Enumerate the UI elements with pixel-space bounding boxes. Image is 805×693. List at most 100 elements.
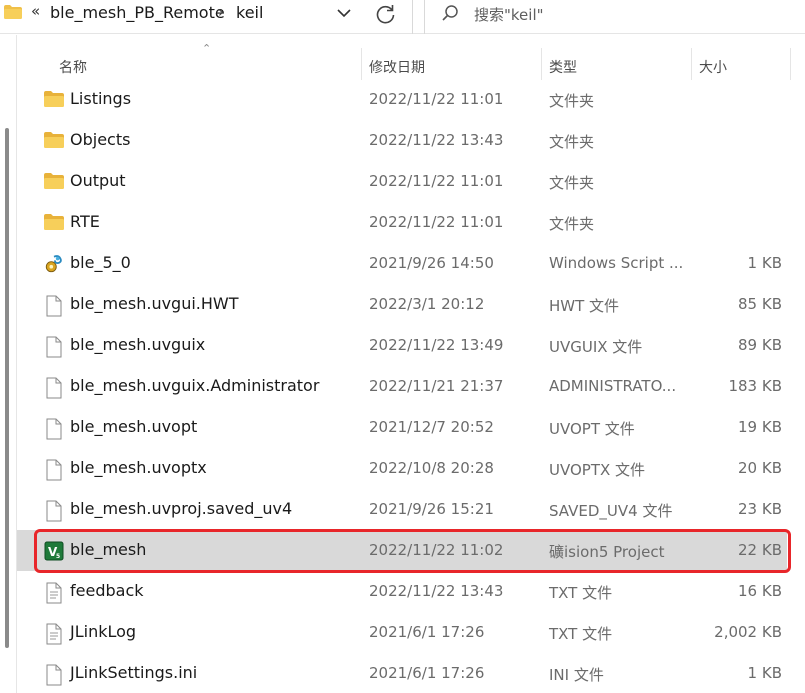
file-icon (44, 295, 64, 317)
file-row[interactable]: Output 2022/11/22 11:01 文件夹 (17, 161, 787, 202)
file-size: 183 KB (728, 377, 782, 395)
file-modified: 2021/6/1 17:26 (369, 623, 485, 641)
chevron-down-icon[interactable] (335, 4, 353, 22)
file-row[interactable]: Objects 2022/11/22 13:43 文件夹 (17, 120, 787, 161)
file-row[interactable]: Listings 2022/11/22 11:01 文件夹 (17, 79, 787, 120)
sort-ascending-icon: ⌃ (202, 42, 212, 55)
refresh-icon[interactable] (374, 2, 398, 26)
folder-icon (4, 5, 22, 19)
scrollbar[interactable] (5, 128, 9, 648)
search-icon (442, 5, 458, 21)
column-divider[interactable] (361, 48, 362, 80)
folder-icon (44, 213, 64, 233)
breadcrumb-separator[interactable]: › (218, 3, 224, 21)
column-type[interactable]: 类型 (549, 48, 577, 80)
file-modified: 2021/6/1 17:26 (369, 664, 485, 682)
file-size: 2,002 KB (714, 623, 782, 641)
file-type: 文件夹 (549, 174, 595, 192)
file-name: feedback (70, 581, 144, 600)
column-divider[interactable] (790, 48, 791, 80)
file-row[interactable]: JLinkLog 2021/6/1 17:26 TXT 文件 2,002 KB (17, 612, 787, 653)
file-modified: 2022/10/8 20:28 (369, 459, 494, 477)
column-size[interactable]: 大小 (699, 48, 727, 80)
keil-project-icon: V5 (44, 541, 64, 561)
file-type: 文件夹 (549, 215, 595, 233)
file-icon (44, 418, 64, 440)
file-modified: 2022/11/22 11:02 (369, 541, 504, 559)
file-type: TXT 文件 (549, 584, 613, 602)
file-row[interactable]: ble_mesh.uvguix.Administrator 2022/11/21 … (17, 366, 787, 407)
file-modified: 2022/11/22 11:01 (369, 213, 504, 231)
file-row[interactable]: JLinkSettings.ini 2021/6/1 17:26 INI 文件 1 K… (17, 653, 787, 693)
file-name: ble_5_0 (70, 253, 131, 272)
file-name: ble_mesh.uvguix.Administrator (70, 376, 320, 395)
svg-text:5: 5 (56, 553, 60, 560)
file-modified: 2022/11/22 13:49 (369, 336, 504, 354)
file-row[interactable]: RTE 2022/11/22 11:01 文件夹 (17, 202, 787, 243)
script-gear-icon (44, 254, 64, 274)
file-type: 文件夹 (549, 133, 595, 151)
column-header: ⌃ 名称 修改日期 类型 大小 (17, 42, 805, 80)
breadcrumb-parent[interactable]: ble_mesh_PB_Remote (50, 3, 225, 22)
file-type: 礦ision5 Project (549, 543, 665, 561)
file-size: 1 KB (747, 254, 782, 272)
file-type: TXT 文件 (549, 625, 613, 643)
breadcrumb-current[interactable]: keil (236, 3, 263, 22)
column-divider[interactable] (541, 48, 542, 80)
file-name: ble_mesh.uvproj.saved_uv4 (70, 499, 293, 518)
file-modified: 2021/9/26 15:21 (369, 500, 494, 518)
file-size: 85 KB (738, 295, 782, 313)
folder-icon (44, 90, 64, 110)
folder-icon (44, 172, 64, 192)
file-name: ble_mesh.uvguix (70, 335, 206, 354)
file-row[interactable]: ble_mesh.uvoptx 2022/10/8 20:28 UVOPTX 文件 2… (17, 448, 787, 489)
file-modified: 2021/12/7 20:52 (369, 418, 494, 436)
search-input[interactable]: 搜索"keil" (424, 0, 805, 34)
file-size: 89 KB (738, 336, 782, 354)
file-row[interactable]: ble_mesh.uvopt 2021/12/7 20:52 UVOPT 文件 19 … (17, 407, 787, 448)
file-name: Listings (70, 89, 132, 108)
file-name: ble_mesh.uvoptx (70, 458, 207, 477)
file-modified: 2022/11/22 13:43 (369, 582, 504, 600)
file-type: Windows Script ... (549, 254, 684, 272)
text-file-icon (44, 582, 64, 604)
file-name: ble_mesh.uvopt (70, 417, 198, 436)
file-name: Output (70, 171, 126, 190)
file-modified: 2022/11/22 11:01 (369, 172, 504, 190)
file-name: ble_mesh (70, 540, 147, 559)
file-name: ble_mesh.uvgui.HWT (70, 294, 239, 313)
address-bar: « ble_mesh_PB_Remote › keil 搜索"keil" (0, 0, 805, 34)
file-size: 1 KB (747, 664, 782, 682)
file-row[interactable]: ble_5_0 2021/9/26 14:50 Windows Script ...… (17, 243, 787, 284)
file-icon (44, 500, 64, 522)
file-icon (44, 664, 64, 686)
column-divider[interactable] (691, 48, 692, 80)
file-type: UVOPTX 文件 (549, 461, 646, 479)
file-row[interactable]: ble_mesh.uvguix 2022/11/22 13:49 UVGUIX 文件… (17, 325, 787, 366)
file-icon (44, 377, 64, 399)
file-modified: 2022/11/22 13:43 (369, 131, 504, 149)
path-box[interactable]: « ble_mesh_PB_Remote › keil (0, 0, 413, 34)
file-row[interactable]: ble_mesh.uvproj.saved_uv4 2021/9/26 15:21… (17, 489, 787, 530)
file-type: 文件夹 (549, 92, 595, 110)
file-modified: 2022/11/21 21:37 (369, 377, 504, 395)
file-icon (44, 336, 64, 358)
column-name[interactable]: 名称 (59, 48, 87, 80)
file-name: RTE (70, 212, 100, 231)
file-type: UVOPT 文件 (549, 420, 635, 438)
file-name: JLinkSettings.ini (70, 663, 198, 682)
file-row[interactable]: ble_mesh.uvgui.HWT 2022/3/1 20:12 HWT 文件 85… (17, 284, 787, 325)
file-modified: 2021/9/26 14:50 (369, 254, 494, 272)
text-file-icon (44, 623, 64, 645)
file-size: 16 KB (738, 582, 782, 600)
file-modified: 2022/11/22 11:01 (369, 90, 504, 108)
file-type: HWT 文件 (549, 297, 620, 315)
file-modified: 2022/3/1 20:12 (369, 295, 485, 313)
file-icon (44, 459, 64, 481)
file-row[interactable]: feedback 2022/11/22 13:43 TXT 文件 16 KB (17, 571, 787, 612)
overflow-chevron[interactable]: « (31, 2, 40, 20)
file-row[interactable]: V 5 ble_mesh 2022/11/22 11:02 礦ision5 Projec… (17, 530, 787, 571)
file-type: INI 文件 (549, 666, 604, 684)
folder-icon (44, 131, 64, 151)
column-modified[interactable]: 修改日期 (369, 48, 425, 80)
